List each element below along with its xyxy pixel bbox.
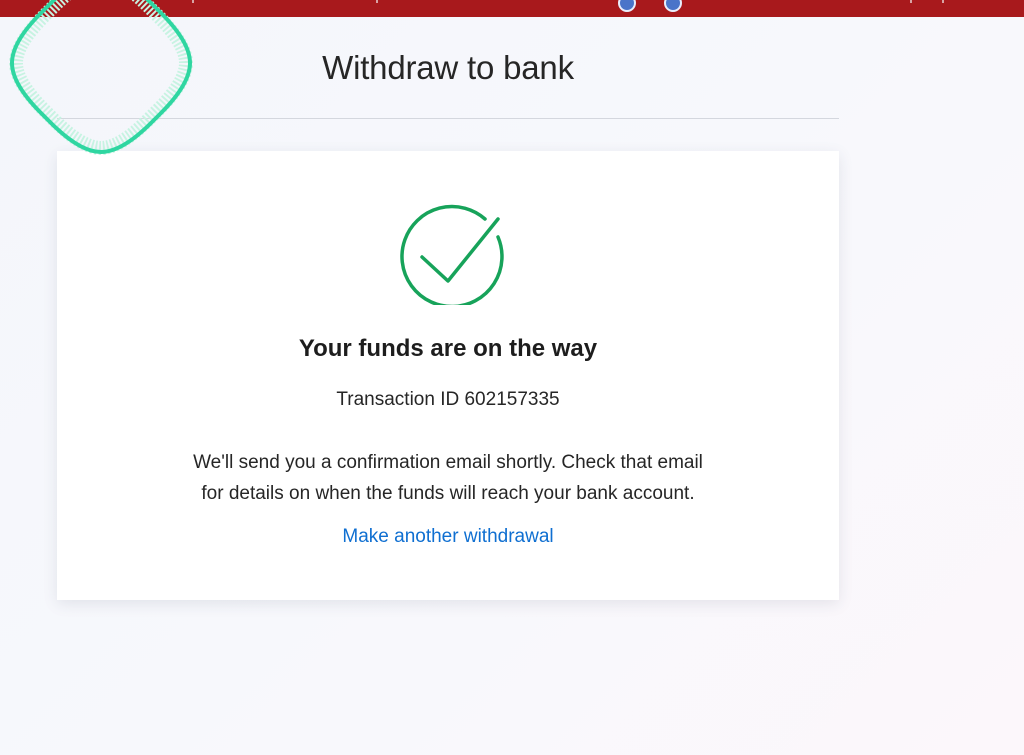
nav-avatar-icon[interactable] [618, 0, 636, 12]
nav-tick-mark [910, 0, 912, 3]
transaction-id: Transaction ID 602157335 [336, 389, 560, 410]
confirmation-message-line: for details on when the funds will reach… [201, 483, 695, 504]
confirmation-message: We'll send you a confirmation email shor… [147, 447, 749, 509]
top-navigation-bar [0, 0, 1024, 17]
nav-tick-mark [192, 0, 194, 3]
page-header: Withdraw to bank [57, 40, 839, 119]
checkmark-circle-icon [400, 204, 504, 305]
make-another-withdrawal-link[interactable]: Make another withdrawal [57, 526, 839, 548]
page-title: Withdraw to bank [322, 49, 574, 86]
confirmation-message-line: We'll send you a confirmation email shor… [193, 452, 703, 473]
nav-avatar-icon[interactable] [664, 0, 682, 12]
success-heading: Your funds are on the way [298, 335, 598, 362]
confirmation-card: Your funds are on the way Transaction ID… [57, 151, 839, 600]
nav-tick-mark [942, 0, 944, 3]
nav-tick-mark [376, 0, 378, 3]
